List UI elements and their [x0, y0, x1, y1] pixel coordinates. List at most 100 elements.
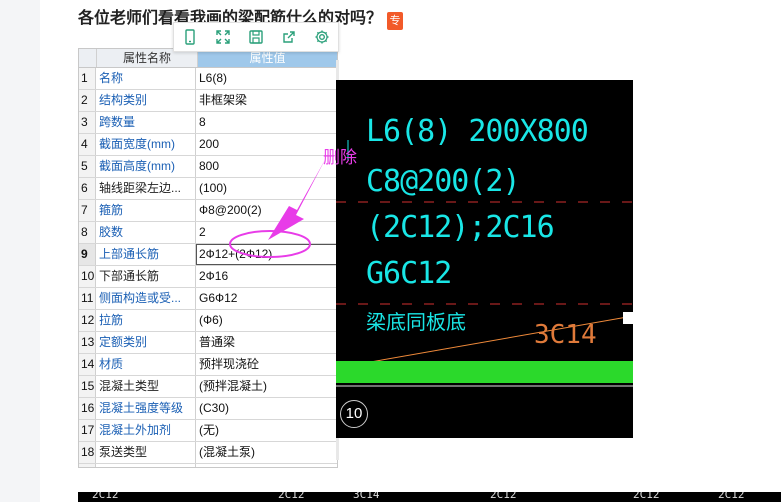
property-row[interactable]: 7 箍筋 Ф8@200(2)	[79, 200, 337, 222]
property-row-number: 1	[79, 68, 96, 89]
property-row[interactable]: 9 上部通长筋 2Ф12+(2Ф12)	[79, 244, 337, 266]
property-row[interactable]: 16 混凝土强度等级 (C30)	[79, 398, 337, 420]
pro-badge: 专	[387, 12, 403, 30]
strip-label: 2C12	[633, 492, 660, 501]
property-name: 名称	[96, 68, 196, 89]
share-icon[interactable]	[272, 23, 305, 51]
cad-beam-label: L6(8) 200X800	[366, 114, 589, 149]
property-row-number: 11	[79, 288, 96, 309]
property-row-number: 15	[79, 376, 96, 397]
property-name: 混凝土外加剂	[96, 420, 196, 441]
property-name: 侧面构造或受...	[96, 288, 196, 309]
property-name: 泵送类型	[96, 442, 196, 463]
property-name: 跨数量	[96, 112, 196, 133]
property-value[interactable]: 非框架梁	[196, 90, 337, 111]
property-row[interactable]: 5 截面高度(mm) 800	[79, 156, 337, 178]
property-row[interactable]: 18 泵送类型 (混凝土泵)	[79, 442, 337, 464]
cad-bottom-strip: 2C12 2C12 3C14 2C12 2C12 2C12	[78, 492, 781, 502]
property-row-number: 17	[79, 420, 96, 441]
property-row[interactable]: 11 侧面构造或受... G6Ф12	[79, 288, 337, 310]
property-name: 结构类别	[96, 90, 196, 111]
image-toolbar	[173, 22, 339, 52]
strip-label: 2C12	[718, 492, 745, 501]
property-row[interactable]: 17 混凝土外加剂 (无)	[79, 420, 337, 442]
property-name: 混凝土强度等级	[96, 398, 196, 419]
property-name: 拉筋	[96, 310, 196, 331]
property-row[interactable]: 15 混凝土类型 (预拌混凝土)	[79, 376, 337, 398]
property-value[interactable]: (无)	[196, 420, 337, 441]
property-row-number: 4	[79, 134, 96, 155]
property-name: 泵送高度(m)	[96, 464, 196, 467]
property-value[interactable]: G6Ф12	[196, 288, 337, 309]
property-value[interactable]: (混凝土泵)	[196, 442, 337, 463]
property-row-number: 18	[79, 442, 96, 463]
property-name: 材质	[96, 354, 196, 375]
property-value[interactable]: (100)	[196, 178, 337, 199]
cad-rebar-3c14: 3C14	[534, 320, 597, 350]
property-value[interactable]: 2Ф16	[196, 266, 337, 287]
property-value[interactable]: (C30)	[196, 398, 337, 419]
phone-icon[interactable]	[174, 23, 207, 51]
property-row-number: 12	[79, 310, 96, 331]
property-row[interactable]: 3 跨数量 8	[79, 112, 337, 134]
property-row[interactable]: 6 轴线距梁左边... (100)	[79, 178, 337, 200]
cad-side-rebar-label: G6C12	[366, 256, 452, 291]
strip-label: 2C12	[278, 492, 305, 501]
property-name: 上部通长筋	[96, 244, 196, 265]
property-row-number: 5	[79, 156, 96, 177]
header-num-cell	[79, 49, 97, 67]
property-name: 轴线距梁左边...	[96, 178, 196, 199]
property-row-number: 10	[79, 266, 96, 287]
property-row-number: 8	[79, 222, 96, 243]
property-row[interactable]: 8 胶数 2	[79, 222, 337, 244]
property-row-number: 14	[79, 354, 96, 375]
property-row-number: 6	[79, 178, 96, 199]
property-row-number: 13	[79, 332, 96, 353]
property-value[interactable]: 8	[196, 112, 337, 133]
property-name: 定额类别	[96, 332, 196, 353]
property-name: 箍筋	[96, 200, 196, 221]
property-value[interactable]: 预拌现浇砼	[196, 354, 337, 375]
annotation-delete-label: 删除	[323, 148, 357, 167]
property-row[interactable]: 2 结构类别 非框架梁	[79, 90, 337, 112]
property-name: 混凝土类型	[96, 376, 196, 397]
cad-beam-bar	[336, 361, 633, 383]
property-row[interactable]: 13 定额类别 普通梁	[79, 332, 337, 354]
property-row[interactable]: 14 材质 预拌现浇砼	[79, 354, 337, 376]
strip-label: 3C14	[353, 492, 380, 501]
property-rows: 1 名称 L6(8) 2 结构类别 非框架梁 3 跨数量 8 4 截面宽度(mm) 200 5 截面高度(…	[79, 68, 337, 467]
cad-note: 梁底同板底	[366, 310, 466, 334]
property-row[interactable]: 12 拉筋 (Ф6)	[79, 310, 337, 332]
property-value[interactable]: 2	[196, 222, 337, 243]
property-row[interactable]: 10 下部通长筋 2Ф16	[79, 266, 337, 288]
gear-icon[interactable]	[305, 23, 338, 51]
property-name: 胶数	[96, 222, 196, 243]
property-value[interactable]: 800	[196, 156, 337, 177]
property-row-number: 19	[79, 464, 96, 467]
cad-drawing: L6(8) 200X800 C8@200(2) (2C12);2C16 G6C1…	[336, 80, 633, 438]
strip-label: 2C12	[92, 492, 119, 501]
strip-label: 2C12	[490, 492, 517, 501]
property-row[interactable]: 4 截面宽度(mm) 200	[79, 134, 337, 156]
property-name: 截面宽度(mm)	[96, 134, 196, 155]
property-value[interactable]: (Ф6)	[196, 310, 337, 331]
cad-stirrup-label: C8@200(2)	[366, 164, 521, 199]
property-row-number: 16	[79, 398, 96, 419]
property-row[interactable]: 19泵送高度(m)(3.2)	[79, 464, 337, 467]
property-row-number: 2	[79, 90, 96, 111]
cad-rebar-label: (2C12);2C16	[366, 210, 555, 245]
property-name: 下部通长筋	[96, 266, 196, 287]
expand-icon[interactable]	[207, 23, 240, 51]
property-value[interactable]: L6(8)	[196, 68, 337, 89]
property-value[interactable]: 2Ф12+(2Ф12)	[196, 244, 337, 265]
property-row-number: 9	[79, 244, 96, 265]
property-table: 属性名称 属性值 1 名称 L6(8) 2 结构类别 非框架梁 3 跨数量 8 4 截面宽度(mm)…	[78, 48, 338, 468]
property-value[interactable]: 200	[196, 134, 337, 155]
property-value[interactable]: Ф8@200(2)	[196, 200, 337, 221]
save-icon[interactable]	[240, 23, 273, 51]
property-value[interactable]: 普通梁	[196, 332, 337, 353]
property-row[interactable]: 1 名称 L6(8)	[79, 68, 337, 90]
property-value[interactable]: (3.2)	[196, 464, 337, 467]
property-value[interactable]: (预拌混凝土)	[196, 376, 337, 397]
page-left-rail	[0, 0, 40, 502]
